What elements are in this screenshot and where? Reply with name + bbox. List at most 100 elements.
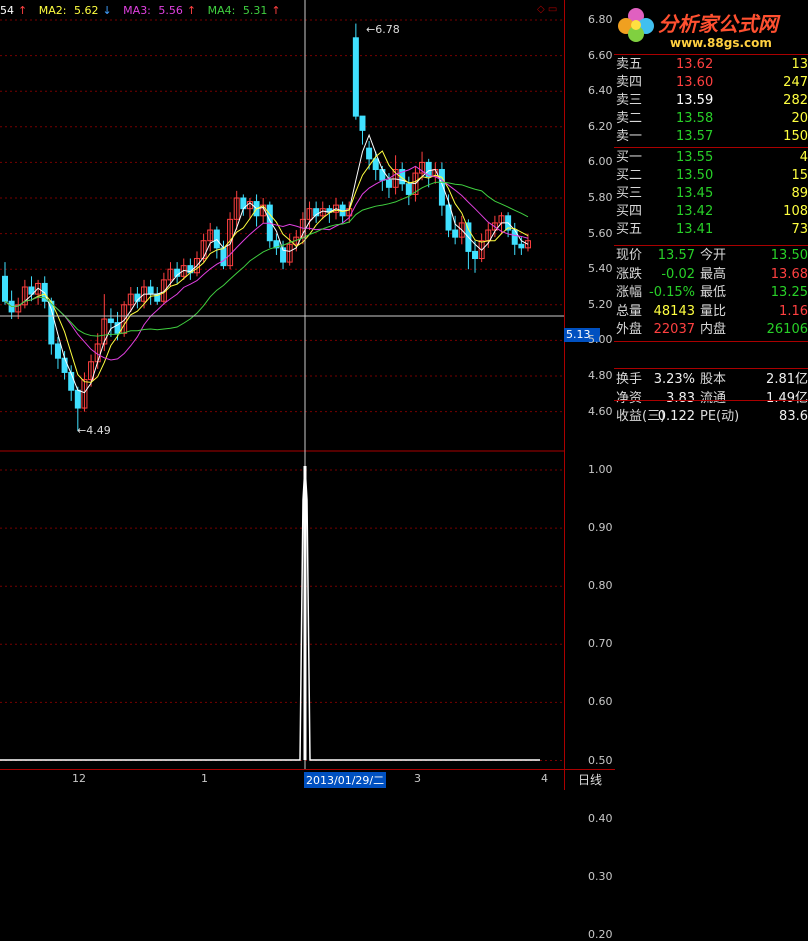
candle-down bbox=[372, 158, 379, 171]
quote-volume: 247 bbox=[783, 75, 808, 90]
bid-row[interactable]: 买二 13.50 15 bbox=[614, 167, 808, 185]
ask-row[interactable]: 卖四 13.60 247 bbox=[614, 74, 808, 92]
ma2-value: MA2: 5.62 ↓ bbox=[38, 4, 112, 17]
stat-value: 2.81亿 bbox=[766, 372, 808, 387]
candle-down bbox=[2, 275, 8, 302]
indicator-tick-label: 0.60 bbox=[588, 695, 613, 709]
candle-down bbox=[68, 371, 75, 391]
stat-label: 最低 bbox=[700, 285, 727, 301]
quote-volume: 15 bbox=[791, 168, 808, 183]
stat-label: 涨幅 bbox=[616, 285, 643, 301]
stat-row: 收益(三) 0.122 PE(动) 83.6 bbox=[614, 408, 808, 426]
indicator-tick-label: 0.80 bbox=[588, 579, 613, 593]
stat-value: 1.49亿 bbox=[766, 390, 808, 406]
quote-volume: 13 bbox=[791, 57, 808, 72]
stat-value: 13.57 bbox=[657, 248, 695, 263]
price-tick-label: 6.00 bbox=[588, 155, 613, 169]
candle-down bbox=[48, 300, 55, 345]
candle-down bbox=[147, 286, 154, 295]
indicator-line bbox=[0, 465, 540, 761]
stat-label: 内盘 bbox=[700, 322, 727, 338]
indicator-tick-label: 1.00 bbox=[588, 463, 613, 476]
candle-down bbox=[54, 343, 61, 359]
stat-value: 0.122 bbox=[657, 409, 695, 425]
ma4-value: MA4: 5.31 ↑ bbox=[207, 4, 281, 17]
price-axis: ◇ ▭ bbox=[537, 0, 615, 769]
quote-panel: 卖五 13.62 13 卖四 13.60 247 卖三 13.59 282 卖二 13.58 20 卖一… bbox=[614, 0, 808, 789]
stat-value: 13.25 bbox=[770, 285, 808, 301]
stat-label: 涨跌 bbox=[616, 266, 643, 282]
stat-value: 22037 bbox=[653, 322, 695, 338]
date-label-4: 4 bbox=[541, 772, 548, 785]
quote-label: 买二 bbox=[616, 168, 643, 183]
bid-row[interactable]: 买一 13.55 4 bbox=[614, 149, 808, 167]
candle-down bbox=[352, 37, 359, 117]
stat-value: 1.16 bbox=[779, 303, 808, 319]
ask-row[interactable]: 卖五 13.62 13 bbox=[614, 56, 808, 74]
low-annotation: ←4.49 bbox=[77, 424, 111, 437]
stat-value: -0.15% bbox=[649, 285, 695, 301]
high-annotation: ←6.78 bbox=[366, 23, 400, 36]
stat-row: 涨幅 -0.15% 最低 13.25 bbox=[614, 284, 808, 302]
candle-down bbox=[405, 183, 412, 195]
indicator-tick-label: 0.40 bbox=[588, 811, 613, 825]
candle-down bbox=[518, 243, 525, 249]
price-tick-label: 6.20 bbox=[588, 119, 613, 133]
kline-svg[interactable] bbox=[0, 0, 564, 769]
candle-down bbox=[359, 115, 366, 131]
candle-down bbox=[61, 357, 68, 373]
ma-line-10 bbox=[4, 165, 529, 361]
indicator-tick-label: 0.20 bbox=[588, 927, 613, 941]
bid-row[interactable]: 买五 13.41 73 bbox=[614, 221, 808, 239]
indicator-tick-label: 0.30 bbox=[588, 869, 613, 883]
quote-label: 卖五 bbox=[616, 57, 643, 72]
period-selector[interactable]: 日线 bbox=[564, 769, 615, 790]
stat-value: 3.23% bbox=[653, 372, 695, 387]
quote-label: 卖三 bbox=[616, 93, 643, 108]
price-tick-label: 4.80 bbox=[588, 369, 613, 382]
ask-row[interactable]: 卖一 13.57 150 bbox=[614, 128, 808, 146]
price-tick-label: 6.80 bbox=[588, 13, 613, 26]
bid-row[interactable]: 买三 13.45 89 bbox=[614, 185, 808, 203]
quote-volume: 150 bbox=[783, 129, 808, 144]
stat-value: 26106 bbox=[766, 322, 808, 338]
window-icon[interactable]: ◇ ▭ bbox=[537, 4, 557, 15]
candle-down bbox=[366, 147, 373, 160]
bid-row[interactable]: 买四 13.42 108 bbox=[614, 203, 808, 221]
price-tick-label: 5.20 bbox=[588, 297, 613, 311]
date-label-3: 3 bbox=[414, 772, 421, 785]
stat-label: 换手 bbox=[616, 372, 643, 387]
quote-price: 13.50 bbox=[676, 168, 714, 183]
kline-chart[interactable]: 54 ↑ MA2: 5.62 ↓ MA3: 5.56 ↑ MA4: 5.31 ↑ ←4.… bbox=[0, 0, 564, 769]
ask-row[interactable]: 卖三 13.59 282 bbox=[614, 92, 808, 110]
ma1-value: 54 ↑ bbox=[0, 4, 28, 17]
stat-value: -0.02 bbox=[661, 266, 695, 282]
quote-price: 13.41 bbox=[676, 222, 714, 237]
quote-price: 13.42 bbox=[676, 204, 714, 219]
candle-down bbox=[452, 229, 459, 238]
stat-value: 48143 bbox=[653, 303, 695, 319]
stat-label: 股本 bbox=[700, 372, 727, 387]
stat-value: 13.50 bbox=[770, 248, 808, 263]
quote-price: 13.60 bbox=[676, 75, 714, 90]
indicator-tick-label: 0.70 bbox=[588, 637, 613, 651]
quote-label: 卖四 bbox=[616, 75, 643, 90]
stat-row: 换手 3.23% 股本 2.81亿 bbox=[614, 371, 808, 389]
candle-down bbox=[472, 250, 479, 260]
ma-legend: 54 ↑ MA2: 5.62 ↓ MA3: 5.56 ↑ MA4: 5.31 ↑ bbox=[0, 4, 289, 17]
stat-label: 最高 bbox=[700, 266, 727, 282]
quote-label: 买四 bbox=[616, 204, 643, 219]
price-tick-label: 4.60 bbox=[588, 404, 613, 418]
ma3-value: MA3: 5.56 ↑ bbox=[123, 4, 197, 17]
candle-down bbox=[385, 179, 392, 188]
selected-date: 2013/01/29/二 bbox=[304, 772, 387, 788]
panel-divider bbox=[614, 368, 808, 369]
quote-price: 13.62 bbox=[676, 57, 714, 72]
stat-label: 现价 bbox=[616, 248, 643, 263]
quote-label: 买三 bbox=[616, 186, 643, 201]
ask-row[interactable]: 卖二 13.58 20 bbox=[614, 110, 808, 128]
date-axis: 12 1 2013/01/29/二 3 4 bbox=[0, 769, 564, 790]
stat-label: 总量 bbox=[616, 303, 643, 319]
quote-volume: 73 bbox=[791, 222, 808, 237]
stat-label: 今开 bbox=[700, 248, 727, 263]
